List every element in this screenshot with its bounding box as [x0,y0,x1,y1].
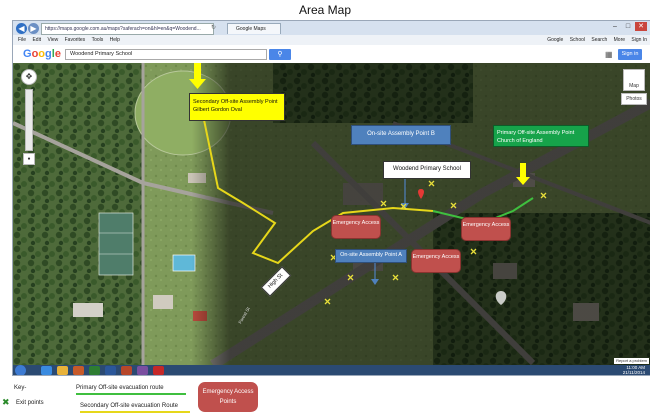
toolbar-sign-in[interactable]: Sign In [631,37,647,43]
primary-assembly-arrow [520,163,526,177]
word-taskbar-icon[interactable] [105,366,116,375]
satellite-map[interactable]: ✥ ● Map Photos Secondary Off-site Assemb… [13,63,650,365]
pegman-icon[interactable]: ● [23,153,35,165]
report-problem-link[interactable]: Report a problem [614,358,649,364]
ie-taskbar-icon[interactable] [41,366,52,375]
primary-route-swatch [76,393,186,395]
windows-taskbar: 11:00 AM 21/11/2014 [13,365,650,375]
menu-file[interactable]: File [18,37,26,43]
exit-points-label: Exit points [16,400,44,406]
toolbar-search[interactable]: Search [591,37,607,43]
map-key: Key- ✖ Exit points Primary Off-site evac… [0,378,650,419]
search-button[interactable]: ⚲ [269,49,291,60]
map-type-label: Map [629,83,639,89]
map-type-control[interactable]: Map [623,69,645,91]
browser-tab-bar: ◀ ▶ https://maps.google.com.au/maps?safe… [13,21,650,35]
pdf-taskbar-icon[interactable] [153,366,164,375]
zoom-slider[interactable] [25,89,33,151]
map-search-input[interactable]: Woodend Primary School [65,49,267,60]
browser-window: ◀ ▶ https://maps.google.com.au/maps?safe… [12,20,650,376]
system-clock[interactable]: 11:00 AM 21/11/2014 [623,365,645,375]
explorer-taskbar-icon[interactable] [57,366,68,375]
emergency-access-label-1: Emergency Access [331,215,381,239]
secondary-assembly-arrow [194,63,201,79]
menu-help[interactable]: Help [110,37,120,43]
google-search-bar: Google Woodend Primary School ⚲ ▦ Sign i… [13,45,650,64]
secondary-route-swatch [80,411,190,413]
onsite-b-label: On-site Assembly Point B [351,125,451,145]
address-bar[interactable]: https://maps.google.com.au/maps?saferach… [41,23,214,35]
menu-bar: File Edit View Favorites Tools Help Goog… [13,35,650,45]
media-taskbar-icon[interactable] [73,366,84,375]
tab-google-maps[interactable]: Google Maps [227,23,281,34]
tab-label: Google Maps [236,26,266,32]
search-icon: ⚲ [277,51,283,58]
back-icon[interactable]: ◀ [16,23,27,34]
minimize-icon[interactable]: – [609,22,621,31]
photos-button[interactable]: Photos [621,93,647,105]
start-button-icon[interactable] [15,365,26,375]
google-logo: Google [23,48,61,60]
school-label: Woodend Primary School [383,161,471,179]
secondary-assembly-label: Secondary Off-site Assembly Point Gilber… [189,93,285,121]
maximize-icon[interactable]: □ [622,22,634,31]
menu-edit[interactable]: Edit [32,37,41,43]
menu-view[interactable]: View [47,37,58,43]
emergency-access-label-2: Emergency Access [461,217,511,241]
map-shade-overlay [13,63,650,365]
refresh-icon[interactable]: ↻ [211,24,216,31]
page-title: Area Map [298,3,352,17]
secondary-route-label: Secondary Off-site evacuation Route [80,403,178,409]
excel-taskbar-icon[interactable] [89,366,100,375]
menu-tools[interactable]: Tools [92,37,104,43]
primary-assembly-label: Primary Off-site Assembly Point Church o… [493,125,589,147]
toolbar-google[interactable]: Google [547,37,563,43]
onenote-taskbar-icon[interactable] [137,366,148,375]
close-icon[interactable]: ✕ [635,22,647,31]
emergency-access-label-3: Emergency Access [411,249,461,273]
toolbar-right: Google School Search More Sign In [542,35,647,45]
pan-control-icon[interactable]: ✥ [21,69,37,85]
sign-in-button[interactable]: Sign in [618,49,642,60]
forward-icon[interactable]: ▶ [28,23,39,34]
window-controls: – □ ✕ [608,22,647,31]
toolbar-school[interactable]: School [570,37,585,43]
emergency-access-key: Emergency Access Points [198,382,258,412]
key-label: Key- [14,385,27,391]
clock-date: 21/11/2014 [622,370,645,375]
apps-grid-icon[interactable]: ▦ [605,50,613,59]
menu-favorites[interactable]: Favorites [65,37,86,43]
powerpoint-taskbar-icon[interactable] [121,366,132,375]
primary-route-label: Primary Off-site evacuation route [76,385,164,391]
toolbar-more[interactable]: More [614,37,625,43]
exit-point-icon: ✖ [2,397,10,407]
onsite-a-label: On-site Assembly Point A [335,249,407,263]
